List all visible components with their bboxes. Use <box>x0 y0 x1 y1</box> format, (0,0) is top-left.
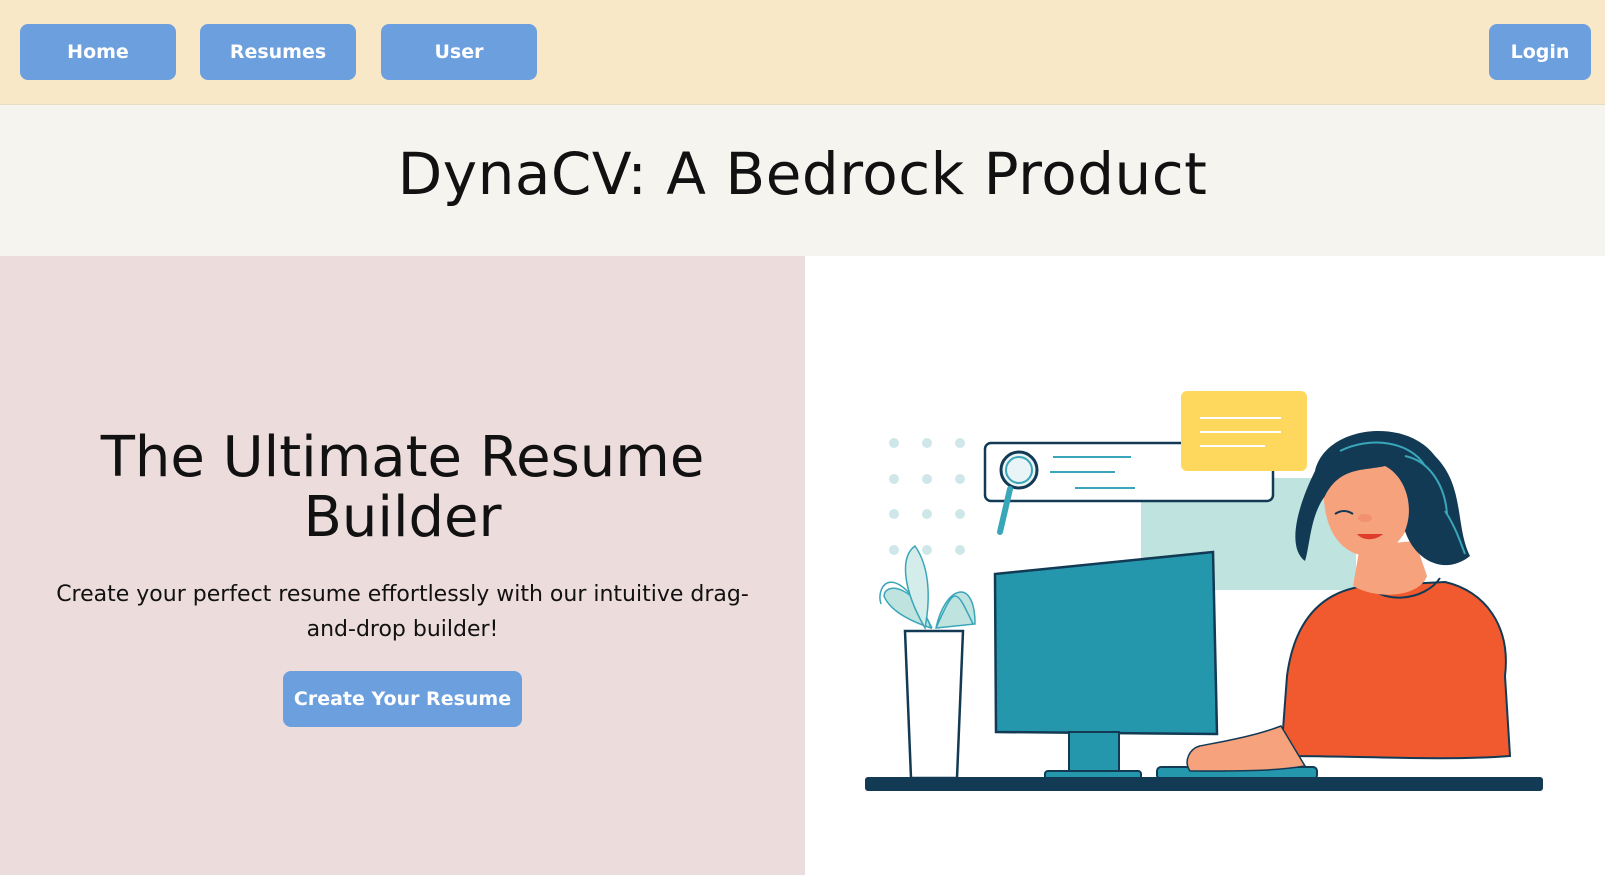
nav-resumes-button[interactable]: Resumes <box>200 24 356 80</box>
note-card-graphic <box>1181 391 1307 471</box>
title-banner: DynaCV: A Bedrock Product <box>0 105 1605 256</box>
nav-user-button[interactable]: User <box>381 24 537 80</box>
dot-grid-decoration <box>889 438 965 555</box>
hero-subtitle: Create your perfect resume effortlessly … <box>56 582 749 642</box>
create-resume-button[interactable]: Create Your Resume <box>283 671 522 727</box>
woman-at-computer-illustration <box>865 391 1543 791</box>
hero-illustration-panel <box>805 256 1605 875</box>
top-navbar: Home Resumes User Login <box>0 0 1605 105</box>
login-button[interactable]: Login <box>1489 24 1591 80</box>
hero-heading: The Ultimate Resume Builder <box>100 425 705 550</box>
desk-graphic <box>865 777 1543 791</box>
monitor-graphic <box>993 550 1219 781</box>
plant-graphic <box>879 544 976 780</box>
hero-text-panel: The Ultimate Resume Builder Create your … <box>0 256 805 875</box>
nav-home-button[interactable]: Home <box>20 24 176 80</box>
page-title: DynaCV: A Bedrock Product <box>397 139 1208 208</box>
